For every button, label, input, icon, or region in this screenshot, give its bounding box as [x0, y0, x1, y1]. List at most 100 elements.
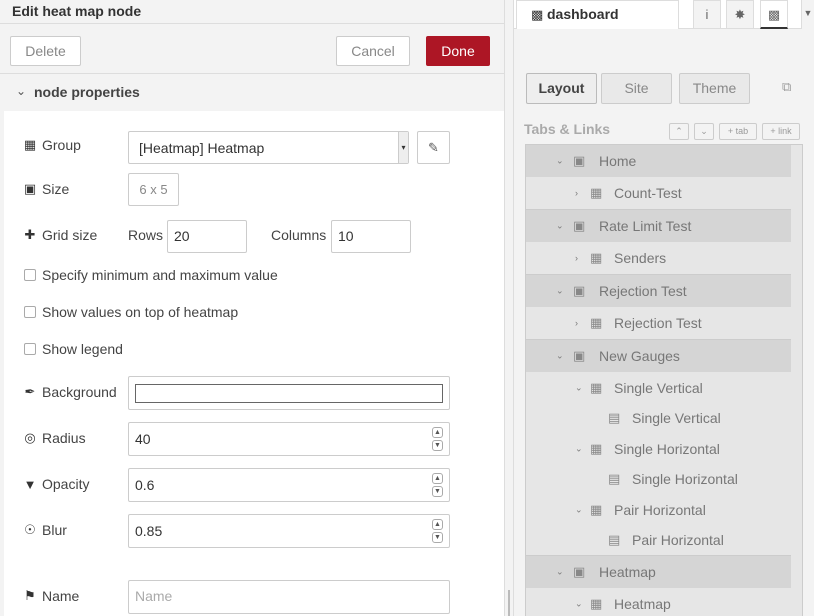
- tree-group-row[interactable]: › ▦ Rejection Test: [526, 307, 791, 339]
- editor-title: Edit heat map node: [12, 3, 142, 19]
- tab-debug[interactable]: ✸: [726, 0, 754, 29]
- add-tab-button[interactable]: + tab: [719, 123, 757, 140]
- tree-tab-row[interactable]: ⌄ ▣ Heatmap: [526, 556, 791, 588]
- tree-tab-label: Rate Limit Test: [599, 218, 692, 234]
- chevron-right-icon[interactable]: ›: [575, 318, 578, 328]
- add-link-button[interactable]: + link: [762, 123, 800, 140]
- cancel-button[interactable]: Cancel: [336, 36, 410, 66]
- radius-label: ◎ Radius: [23, 430, 86, 446]
- spin-down-icon[interactable]: ▼: [432, 440, 443, 451]
- bar-chart-icon: ▩: [531, 7, 544, 22]
- tree-group-label: Count-Test: [614, 185, 682, 201]
- background-label-text: Background: [42, 384, 117, 400]
- tree-tab-row[interactable]: ⌄ ▣ Home: [526, 145, 791, 177]
- panel-splitter[interactable]: [504, 0, 514, 616]
- tab-icon: ▣: [573, 348, 586, 363]
- tab-icon: ▣: [573, 153, 586, 168]
- bug-icon: ✸: [734, 7, 746, 22]
- background-color-input[interactable]: [128, 376, 450, 410]
- arrows-expand-icon: ✚: [24, 227, 36, 242]
- subtab-site[interactable]: Site: [601, 73, 672, 104]
- opacity-input[interactable]: 0.6 ▲ ▼: [128, 468, 450, 502]
- splitter-grip[interactable]: [508, 590, 510, 616]
- tree-group-row[interactable]: › ▦ Count-Test: [526, 177, 791, 209]
- subtab-layout[interactable]: Layout: [526, 73, 597, 104]
- chevron-down-icon[interactable]: ⌄: [575, 599, 583, 610]
- editor-title-bar: Edit heat map node: [0, 0, 504, 24]
- external-link-icon[interactable]: ⧉: [782, 79, 791, 95]
- chevron-down-icon[interactable]: ⌄: [556, 221, 564, 232]
- done-button[interactable]: Done: [426, 36, 490, 66]
- tree-group-row[interactable]: ⌄ ▦ Single Horizontal: [526, 433, 791, 464]
- chevron-down-icon[interactable]: ⌄: [575, 504, 583, 515]
- tree-widget-row[interactable]: ▤ Single Horizontal: [526, 464, 791, 494]
- image-icon: ▤: [608, 410, 621, 425]
- tree-widget-row[interactable]: ▤ Single Vertical: [526, 403, 791, 433]
- chevron-right-icon[interactable]: ›: [575, 253, 578, 263]
- tree-tab-row[interactable]: ⌄ ▣ Rate Limit Test: [526, 210, 791, 242]
- tree-group-label: Single Horizontal: [614, 440, 720, 457]
- tab-info[interactable]: i: [693, 0, 721, 29]
- chevron-down-icon[interactable]: ⌄: [556, 567, 564, 578]
- delete-button[interactable]: Delete: [10, 36, 81, 66]
- tree-widget-label: Pair Horizontal: [632, 532, 724, 548]
- grid-size-label-text: Grid size: [42, 227, 98, 243]
- group-select[interactable]: [Heatmap] Heatmap ▾: [128, 131, 409, 164]
- table-icon: ▦: [590, 315, 603, 330]
- editor-toolbar: Delete Cancel Done: [0, 24, 504, 74]
- table-icon: ▦: [23, 137, 37, 152]
- show-legend-option: Show legend: [24, 341, 123, 357]
- brush-icon: ✒: [24, 384, 36, 399]
- tabs-links-title: Tabs & Links: [524, 121, 611, 137]
- tab-dashboard-icon[interactable]: ▩: [760, 0, 788, 29]
- bar-chart-icon: ▩: [767, 7, 781, 22]
- tree-widget-row[interactable]: ▤ Pair Horizontal: [526, 525, 791, 555]
- spin-up-icon[interactable]: ▲: [432, 519, 443, 530]
- spin-down-icon[interactable]: ▼: [432, 486, 443, 497]
- filter-icon: ▼: [23, 476, 37, 492]
- table-icon: ▦: [590, 185, 603, 200]
- show-legend-checkbox[interactable]: [24, 343, 36, 355]
- columns-input[interactable]: 10: [331, 220, 411, 253]
- tree-tab-label: Heatmap: [599, 564, 656, 580]
- edit-group-button[interactable]: ✎: [417, 131, 450, 164]
- tree-group-row[interactable]: ⌄ ▦ Single Vertical: [526, 372, 791, 403]
- blur-input[interactable]: 0.85 ▲ ▼: [128, 514, 450, 548]
- chevron-right-icon[interactable]: ›: [575, 188, 578, 198]
- name-input[interactable]: Name: [128, 580, 450, 614]
- image-icon: ▤: [608, 532, 621, 547]
- chevron-down-icon[interactable]: ⌄: [556, 286, 564, 297]
- spin-up-icon[interactable]: ▲: [432, 473, 443, 484]
- dropdown-arrow-icon: ▾: [398, 132, 408, 163]
- tab-icon: ▣: [573, 564, 586, 579]
- subtab-theme[interactable]: Theme: [679, 73, 750, 104]
- sidebar-menu-button[interactable]: ▼: [801, 0, 814, 29]
- tree-group-label: Rejection Test: [614, 315, 702, 331]
- expand-all-button[interactable]: ⌄: [694, 123, 714, 140]
- show-values-checkbox[interactable]: [24, 306, 36, 318]
- chevron-down-icon[interactable]: ⌄: [556, 351, 564, 362]
- size-button[interactable]: 6 x 5: [128, 173, 179, 206]
- tree-tab-row[interactable]: ⌄ ▣ Rejection Test: [526, 275, 791, 307]
- grid-size-label: ✚ Grid size: [23, 227, 98, 243]
- tree-group-row[interactable]: ⌄ ▦ Pair Horizontal: [526, 494, 791, 525]
- group-select-value: [Heatmap] Heatmap: [139, 140, 265, 156]
- info-icon: i: [705, 7, 709, 22]
- tab-dashboard[interactable]: ▩ dashboard: [516, 0, 679, 29]
- radius-label-text: Radius: [42, 430, 86, 446]
- spin-up-icon[interactable]: ▲: [432, 427, 443, 438]
- tree-tab-row[interactable]: ⌄ ▣ New Gauges: [526, 340, 791, 372]
- tree-group-row[interactable]: › ▦ Senders: [526, 242, 791, 274]
- columns-label: Columns: [271, 227, 327, 243]
- collapse-all-button[interactable]: ⌃: [669, 123, 689, 140]
- spin-down-icon[interactable]: ▼: [432, 532, 443, 543]
- minmax-checkbox[interactable]: [24, 269, 36, 281]
- node-properties-header[interactable]: ⌄ node properties: [4, 74, 504, 111]
- chevron-down-icon[interactable]: ⌄: [556, 156, 564, 167]
- chevron-down-icon[interactable]: ⌄: [575, 443, 583, 454]
- blur-label: ☉ Blur: [23, 522, 67, 538]
- rows-input[interactable]: 20: [167, 220, 247, 253]
- chevron-down-icon[interactable]: ⌄: [575, 382, 583, 393]
- tree-group-row[interactable]: ⌄ ▦ Heatmap: [526, 588, 791, 616]
- radius-input[interactable]: 40 ▲ ▼: [128, 422, 450, 456]
